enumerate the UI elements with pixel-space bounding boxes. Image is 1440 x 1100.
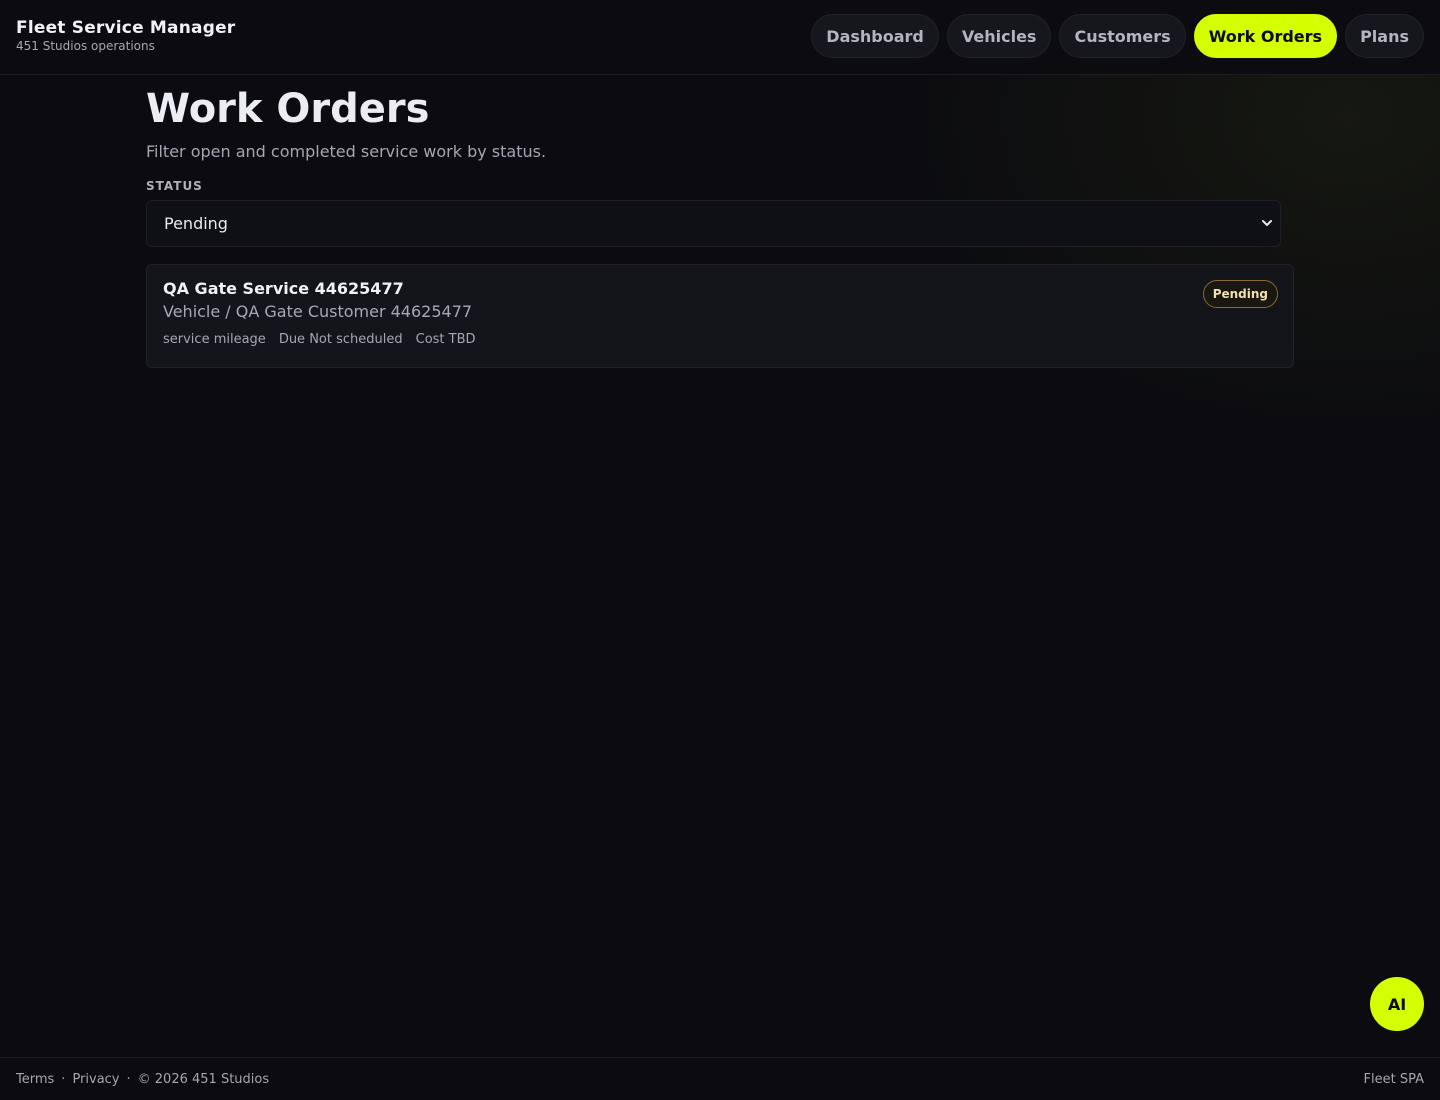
terms-link[interactable]: Terms <box>16 1072 54 1087</box>
footer: Terms · Privacy · © 2026 451 Studios Fle… <box>0 1057 1440 1100</box>
nav-plans[interactable]: Plans <box>1345 14 1424 58</box>
footer-links: Terms · Privacy · © 2026 451 Studios <box>16 1072 269 1087</box>
nav-dashboard[interactable]: Dashboard <box>811 14 939 58</box>
status-select[interactable]: Pending <box>146 200 1281 247</box>
nav-customers[interactable]: Customers <box>1059 14 1186 58</box>
work-order-type: service mileage <box>163 332 266 347</box>
ai-assistant-button[interactable]: AI <box>1370 977 1424 1031</box>
main-nav: Dashboard Vehicles Customers Work Orders… <box>811 14 1424 58</box>
work-order-title: QA Gate Service 44625477 <box>163 279 404 298</box>
status-filter-label: STATUS <box>146 179 203 193</box>
work-order-cost: Cost TBD <box>415 332 476 347</box>
status-badge: Pending <box>1202 280 1278 308</box>
brand: Fleet Service Manager 451 Studios operat… <box>16 18 235 53</box>
privacy-link[interactable]: Privacy <box>72 1072 119 1087</box>
page-title: Work Orders <box>146 86 430 132</box>
main-content: Work Orders Filter open and completed se… <box>146 86 1294 368</box>
work-order-vehicle-customer: Vehicle / QA Gate Customer 44625477 <box>163 302 473 321</box>
work-order-card[interactable]: QA Gate Service 44625477 Vehicle / QA Ga… <box>146 264 1294 368</box>
footer-separator: · <box>126 1072 131 1087</box>
app-root: Fleet Service Manager 451 Studios operat… <box>0 0 1440 1100</box>
status-select-value: Pending <box>164 214 228 233</box>
work-order-meta: service mileage Due Not scheduled Cost T… <box>163 332 1277 347</box>
chevron-down-icon <box>1262 220 1272 226</box>
work-order-due: Due Not scheduled <box>278 332 403 347</box>
page-subtitle: Filter open and completed service work b… <box>146 142 547 161</box>
footer-separator: · <box>61 1072 66 1087</box>
nav-vehicles[interactable]: Vehicles <box>946 14 1052 58</box>
footer-app-name: Fleet SPA <box>1363 1072 1424 1087</box>
top-header: Fleet Service Manager 451 Studios operat… <box>0 0 1440 75</box>
nav-work-orders[interactable]: Work Orders <box>1193 14 1338 58</box>
brand-title: Fleet Service Manager <box>16 18 236 38</box>
copyright: © 2026 451 Studios <box>137 1072 270 1087</box>
brand-subtitle: 451 Studios operations <box>16 39 155 53</box>
